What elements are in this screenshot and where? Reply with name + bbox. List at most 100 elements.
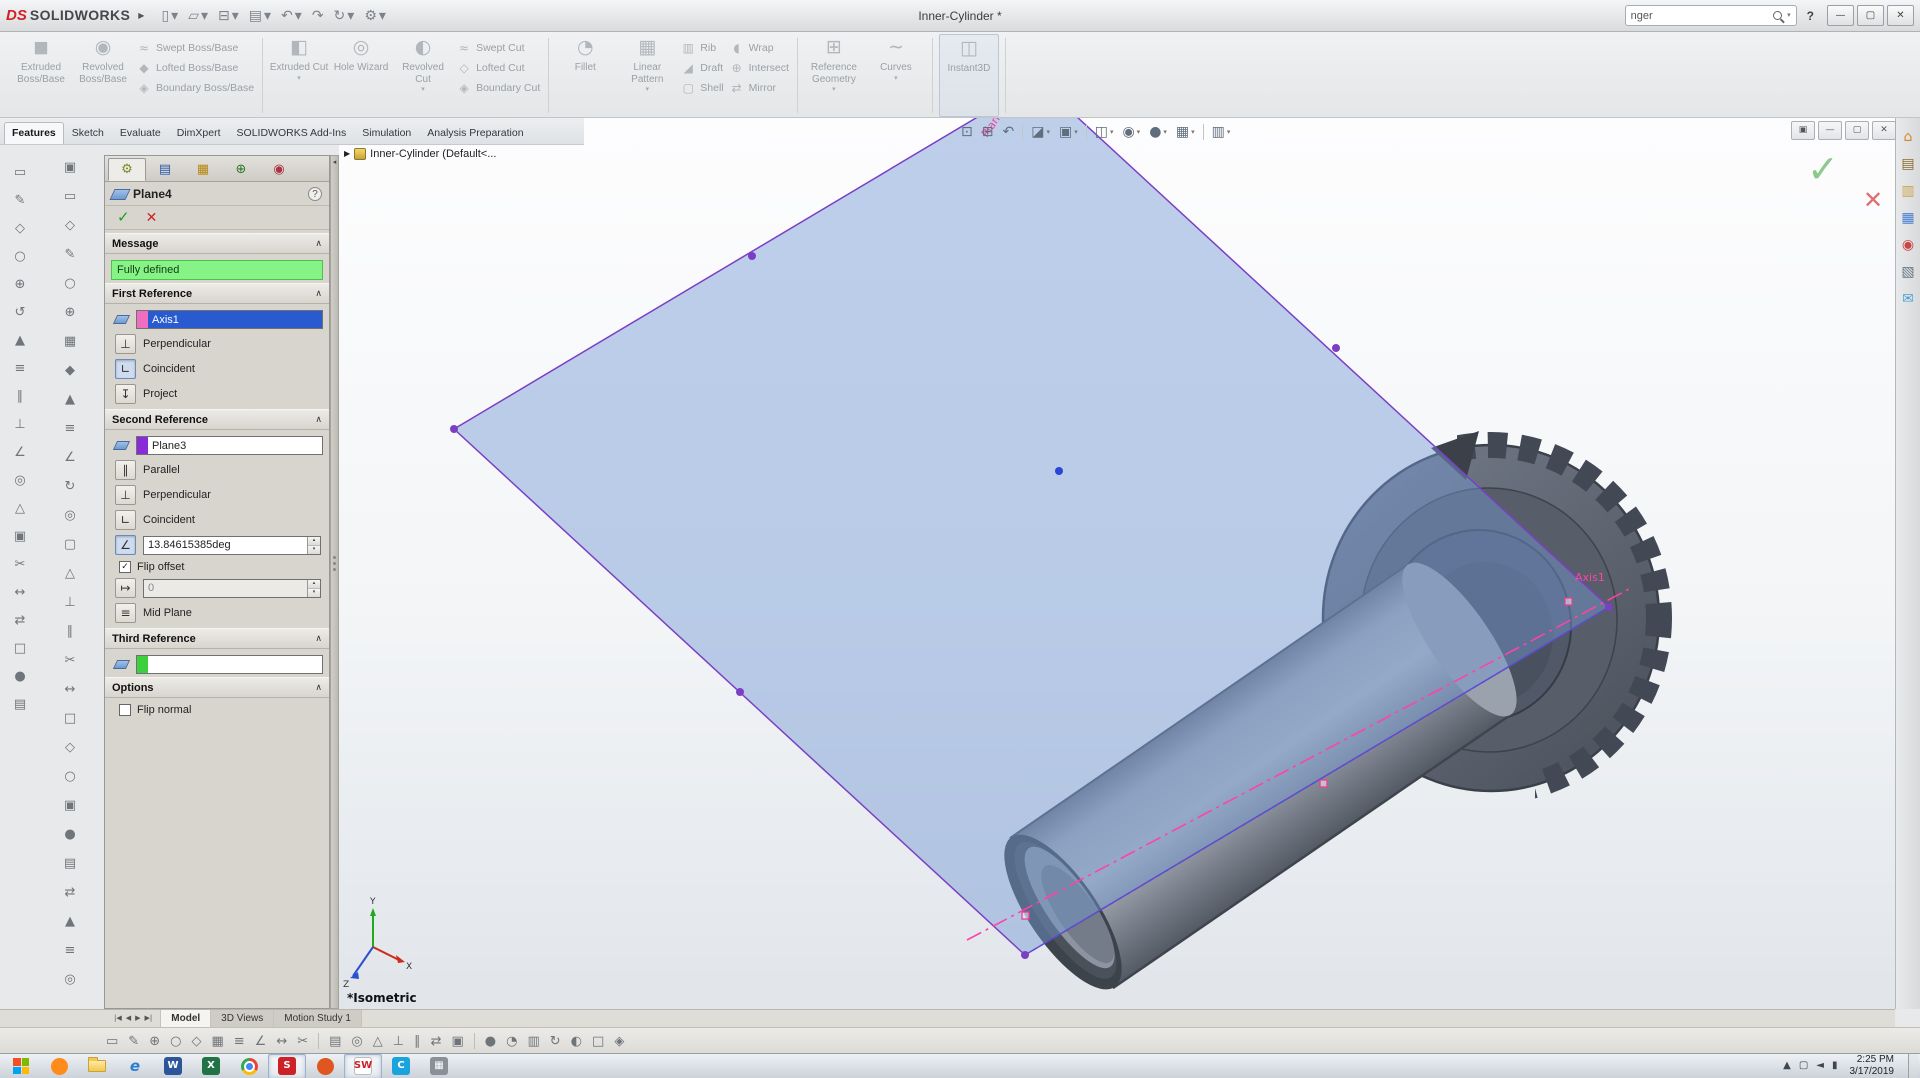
bottom-toolbar-icon-18[interactable]: ▣ xyxy=(452,1033,464,1048)
third-reference-field[interactable] xyxy=(136,655,323,674)
swept-cut-button[interactable]: ≈ Swept Cut xyxy=(457,42,540,54)
left-toolbar2-icon-1[interactable]: ▣ xyxy=(57,155,83,179)
boundary-cut-button[interactable]: ◈ Boundary Cut xyxy=(457,82,540,94)
left-toolbar2-icon-29[interactable]: ◎ xyxy=(57,967,83,991)
firefox-icon[interactable] xyxy=(40,1054,78,1078)
left-toolbar2-icon-7[interactable]: ▦ xyxy=(57,329,83,353)
bottom-toolbar-icon-22[interactable]: ▥ xyxy=(527,1033,539,1048)
section-view-icon[interactable]: ◪ ▾ xyxy=(1027,125,1054,139)
options-icon[interactable]: ⚙ ▾ xyxy=(359,4,391,28)
solidworks-resources-icon[interactable]: ⌂ xyxy=(1904,128,1913,144)
collapse-panel-icon[interactable]: ◂ xyxy=(333,159,337,166)
rebuild-icon[interactable]: ↻ ▾ xyxy=(329,4,360,28)
left-toolbar1-icon-7[interactable]: ▲ xyxy=(7,328,33,352)
rib-button[interactable]: ▥ Rib xyxy=(681,42,723,54)
left-toolbar2-icon-25[interactable]: ▤ xyxy=(57,851,83,875)
left-toolbar1-icon-10[interactable]: ⊥ xyxy=(7,412,33,436)
bottom-toolbar-icon-8[interactable]: ∠ xyxy=(255,1033,267,1048)
bottom-toolbar-icon-6[interactable]: ▦ xyxy=(211,1033,223,1048)
bottom-toolbar-icon-24[interactable]: ◐ xyxy=(571,1033,582,1048)
bottom-toolbar-icon-12[interactable]: ▤ xyxy=(329,1033,341,1048)
taskbar-clock[interactable]: 2:25 PM 3/17/2019 xyxy=(1846,1054,1901,1078)
left-toolbar2-icon-21[interactable]: ◇ xyxy=(57,735,83,759)
left-toolbar2-icon-8[interactable]: ◆ xyxy=(57,358,83,382)
show-desktop-button[interactable] xyxy=(1908,1053,1918,1078)
help-icon[interactable]: ? xyxy=(308,187,322,201)
revolved-boss-base-button[interactable]: ◉ Revolved Boss/Base xyxy=(73,34,133,117)
collapse-icon[interactable]: ∧ xyxy=(315,634,322,644)
coincident-constraint-button[interactable]: ∟ xyxy=(115,510,136,530)
hide-show-items-icon[interactable]: ◉ ▾ xyxy=(1118,125,1144,139)
left-toolbar2-icon-19[interactable]: ↔ xyxy=(57,677,83,701)
bottom-toolbar-icon-16[interactable]: ∥ xyxy=(414,1033,421,1048)
restore-button[interactable]: ▢ xyxy=(1857,5,1884,26)
boundary-boss-base-button[interactable]: ◈ Boundary Boss/Base xyxy=(137,82,254,94)
apply-scene-icon[interactable]: ▦ ▾ xyxy=(1172,125,1199,139)
left-toolbar2-icon-14[interactable]: ▢ xyxy=(57,532,83,556)
bottom-toolbar-icon-13[interactable]: ◎ xyxy=(351,1033,362,1048)
left-toolbar2-icon-12[interactable]: ↻ xyxy=(57,474,83,498)
options-section-header[interactable]: Options ∧ xyxy=(105,677,329,698)
left-toolbar2-icon-6[interactable]: ⊕ xyxy=(57,300,83,324)
appearances-icon[interactable]: ◉ xyxy=(1902,236,1914,252)
tree-expand-icon[interactable]: ▶ xyxy=(344,150,350,158)
first-reference-field[interactable]: Axis1 xyxy=(136,310,323,329)
tab-evaluate[interactable]: Evaluate xyxy=(112,122,169,144)
third-reference-header[interactable]: Third Reference ∧ xyxy=(105,628,329,649)
angle-input[interactable]: 13.84615385deg ▴ ▾ xyxy=(143,535,321,555)
swept-boss-base-button[interactable]: ≈ Swept Boss/Base xyxy=(137,42,254,54)
zoom-fit-icon[interactable]: ⊡ xyxy=(957,125,977,139)
second-reference-field[interactable]: Plane3 xyxy=(136,436,323,455)
menu-expand-arrow[interactable]: ▶ xyxy=(138,11,144,20)
tab-analysis-preparation[interactable]: Analysis Preparation xyxy=(419,122,531,144)
tree-part-label[interactable]: Inner-Cylinder (Default<... xyxy=(370,148,496,160)
collapse-icon[interactable]: ∧ xyxy=(315,415,322,425)
angle-spinner[interactable]: ▴ ▾ xyxy=(307,536,320,554)
flip-offset-checkbox[interactable]: ✓ Flip offset xyxy=(119,561,319,573)
dimxpertmanager-tab[interactable]: ⊕ xyxy=(222,158,260,181)
excel-icon[interactable]: X xyxy=(192,1054,230,1078)
minimize-doc-icon[interactable]: — xyxy=(1818,121,1842,140)
left-toolbar1-icon-14[interactable]: ▣ xyxy=(7,524,33,548)
curves-button[interactable]: ∼ Curves ▾ xyxy=(866,34,926,117)
bottom-toolbar-icon-23[interactable]: ↻ xyxy=(550,1033,561,1048)
left-toolbar2-icon-28[interactable]: ≡ xyxy=(57,938,83,962)
sketch-point[interactable] xyxy=(1055,467,1063,475)
linear-pattern-button[interactable]: ▦ Linear Pattern ▾ xyxy=(617,34,677,117)
perpendicular-constraint-button[interactable]: ⊥ xyxy=(115,334,136,354)
splitter-handle[interactable] xyxy=(333,556,336,571)
left-toolbar2-icon-13[interactable]: ◎ xyxy=(57,503,83,527)
revolved-cut-button[interactable]: ◐ Revolved Cut ▾ xyxy=(393,34,453,117)
print-icon[interactable]: ▤ ▾ xyxy=(244,4,276,28)
left-toolbar2-icon-20[interactable]: □ xyxy=(57,706,83,730)
left-toolbar1-icon-16[interactable]: ↔ xyxy=(7,580,33,604)
view-palette-icon[interactable]: ▦ xyxy=(1901,209,1914,225)
internet-explorer-icon[interactable]: e xyxy=(116,1054,154,1078)
tab-features[interactable]: Features xyxy=(4,122,64,144)
windows-explorer-icon[interactable] xyxy=(78,1054,116,1078)
left-toolbar1-icon-12[interactable]: ◎ xyxy=(7,468,33,492)
lofted-cut-button[interactable]: ◇ Lofted Cut xyxy=(457,62,540,74)
help-button[interactable]: ? xyxy=(1801,9,1820,23)
tab-sketch[interactable]: Sketch xyxy=(64,122,112,144)
lofted-boss-base-button[interactable]: ◆ Lofted Boss/Base xyxy=(137,62,254,74)
confirm-ok-icon[interactable]: ✓ xyxy=(1807,147,1839,191)
bottom-toolbar-icon-14[interactable]: △ xyxy=(373,1033,383,1048)
custom-properties-icon[interactable]: ▧ xyxy=(1901,263,1914,279)
draft-button[interactable]: ◢ Draft xyxy=(681,62,723,74)
previous-view-icon[interactable]: ↶ xyxy=(998,125,1018,139)
left-toolbar2-icon-16[interactable]: ⊥ xyxy=(57,590,83,614)
project-constraint-button[interactable]: ↧ xyxy=(115,384,136,404)
collapse-icon[interactable]: ∧ xyxy=(315,289,322,299)
left-toolbar1-icon-1[interactable]: ▭ xyxy=(7,160,33,184)
media-app-icon[interactable] xyxy=(306,1054,344,1078)
left-toolbar2-icon-2[interactable]: ▭ xyxy=(57,184,83,208)
circuitworks-icon[interactable]: C xyxy=(382,1054,420,1078)
propertymanager-tab[interactable]: ⚙ xyxy=(108,158,146,181)
left-toolbar2-icon-22[interactable]: ○ xyxy=(57,764,83,788)
left-toolbar2-icon-3[interactable]: ◇ xyxy=(57,213,83,237)
reference-plane-fill[interactable] xyxy=(454,118,1609,955)
bottom-toolbar-icon-20[interactable]: ● xyxy=(485,1033,496,1048)
bottom-toolbar-icon-26[interactable]: ◈ xyxy=(614,1033,624,1048)
collapse-icon[interactable]: ∧ xyxy=(315,239,322,249)
